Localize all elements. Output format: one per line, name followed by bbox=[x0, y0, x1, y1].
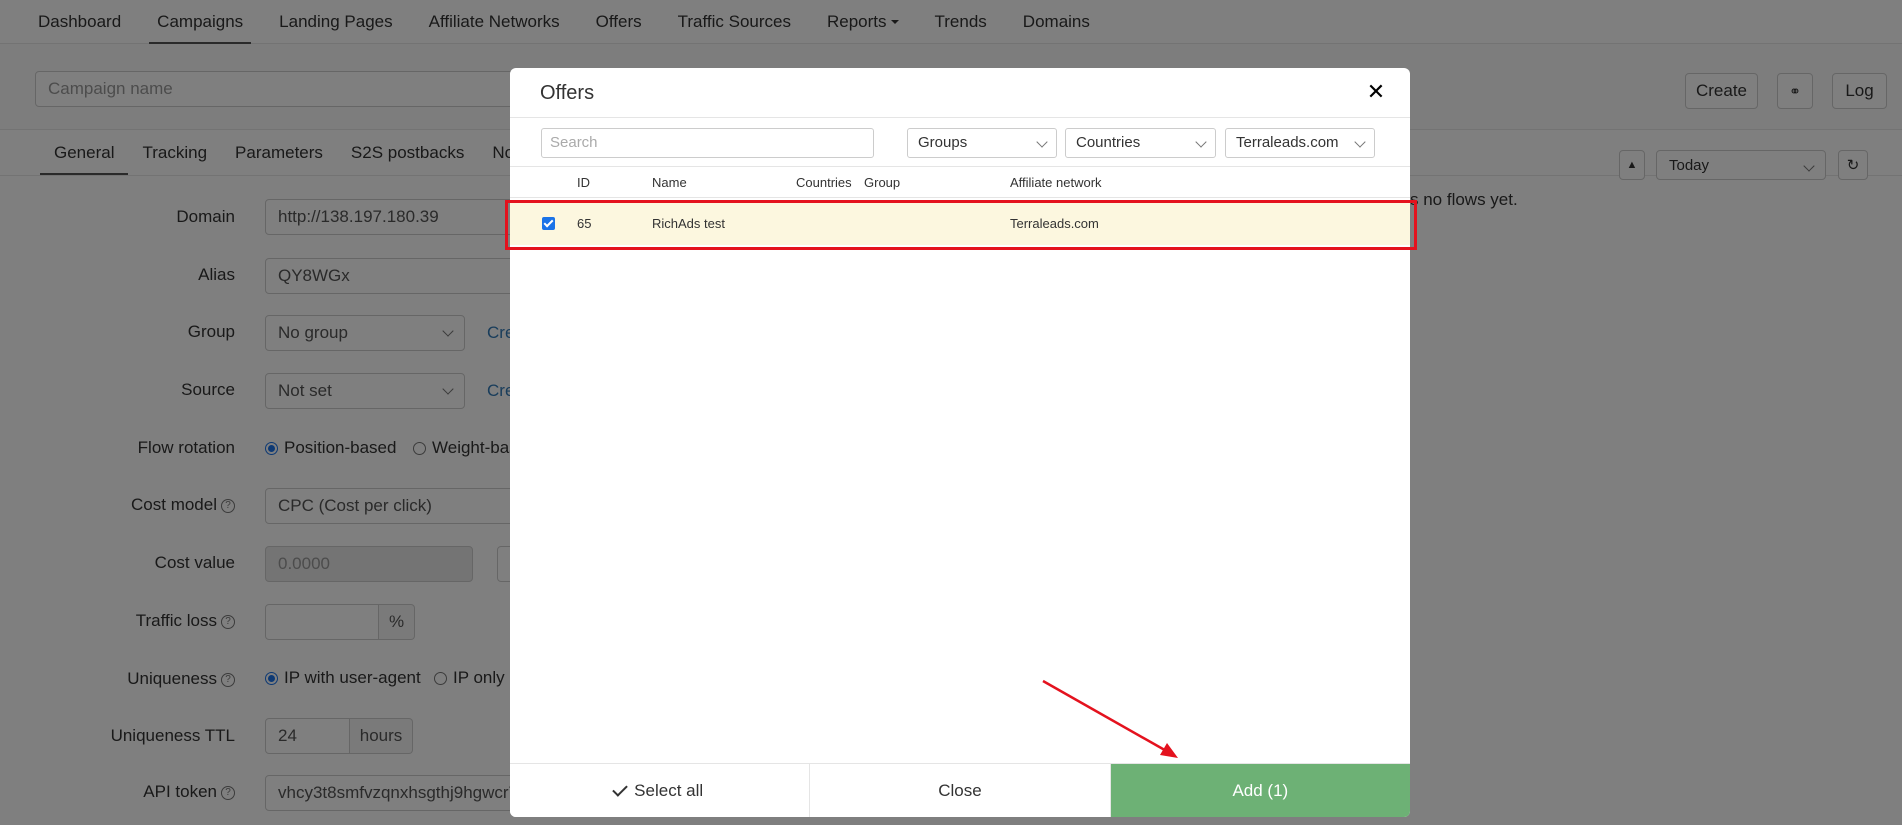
column-countries[interactable]: Countries bbox=[796, 167, 852, 199]
modal-header: Offers ✕ bbox=[510, 68, 1410, 118]
column-group[interactable]: Group bbox=[864, 167, 900, 199]
column-id[interactable]: ID bbox=[577, 167, 590, 199]
close-button[interactable]: Close bbox=[810, 764, 1111, 817]
network-filter-select[interactable]: Terraleads.com bbox=[1225, 128, 1375, 158]
highlight-box bbox=[505, 200, 1417, 250]
filter-bar: Search Groups Countries Terraleads.com bbox=[510, 118, 1410, 166]
groups-filter-select[interactable]: Groups bbox=[907, 128, 1057, 158]
check-icon bbox=[612, 780, 628, 797]
column-affiliate-network[interactable]: Affiliate network bbox=[1010, 167, 1102, 199]
modal-title: Offers bbox=[540, 82, 595, 104]
select-all-button[interactable]: Select all bbox=[510, 764, 811, 817]
countries-filter-select[interactable]: Countries bbox=[1065, 128, 1216, 158]
close-icon[interactable]: ✕ bbox=[1364, 80, 1388, 104]
modal-footer: Select all Close Add (1) bbox=[510, 763, 1410, 817]
table-header: ID Name Countries Group Affiliate networ… bbox=[510, 166, 1410, 198]
column-name[interactable]: Name bbox=[652, 167, 687, 199]
add-button[interactable]: Add (1) bbox=[1110, 764, 1410, 817]
select-all-label: Select all bbox=[634, 780, 704, 800]
offers-modal: Offers ✕ Search Groups Countries Terrale… bbox=[510, 68, 1410, 817]
search-input[interactable]: Search bbox=[541, 128, 874, 158]
